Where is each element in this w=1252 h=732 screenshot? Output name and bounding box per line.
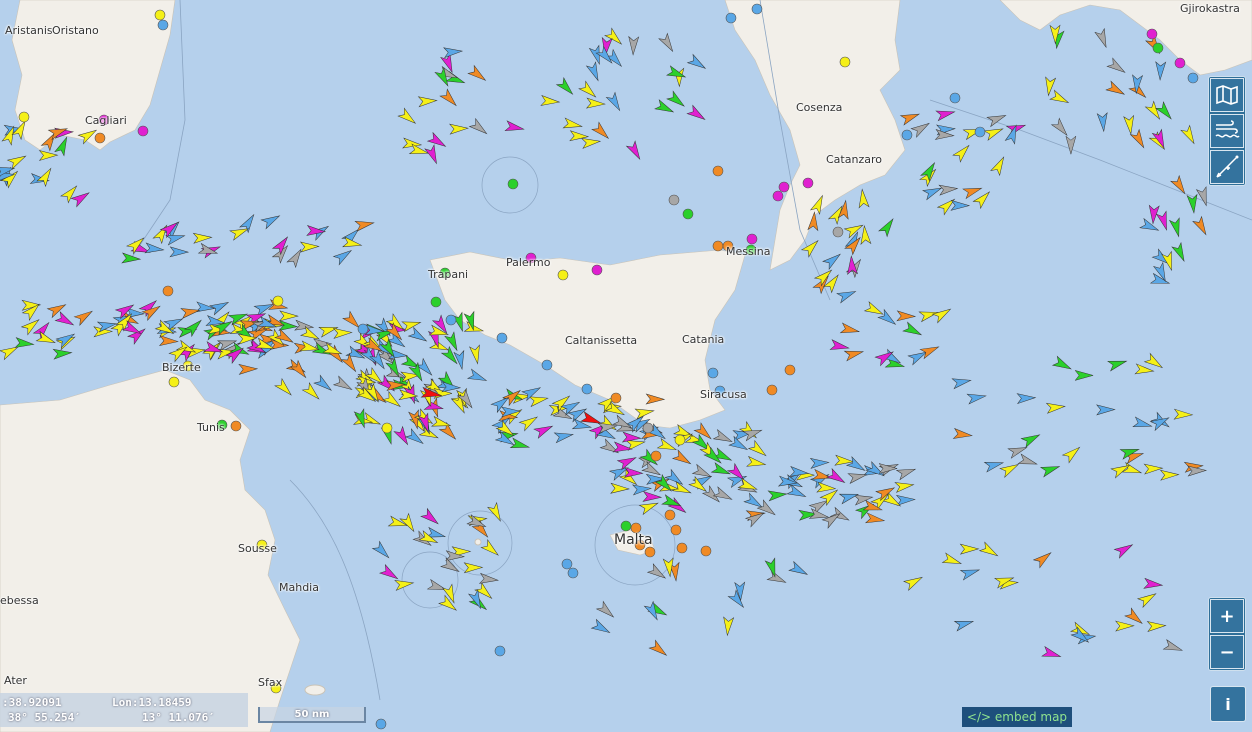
anchored-vessel-marker[interactable] [18,111,30,123]
coordinate-readout: :38.92091 Lon:13.18459 38° 55.254′ 13° 1… [0,693,248,727]
anchored-vessel-marker[interactable] [650,450,662,462]
map-tools-panel [1208,76,1246,186]
place-palermo: Palermo [506,256,551,269]
wind-waves-icon [1215,120,1240,138]
anchored-vessel-marker[interactable] [1174,57,1186,69]
place-cagliari: Cagliari [85,114,127,127]
place-aristanis: Aristanis [5,24,53,37]
anchored-vessel-marker[interactable] [676,542,688,554]
zoom-control: + − [1208,597,1246,671]
place-sfax: Sfax [258,676,283,689]
anchored-vessel-marker[interactable] [674,434,686,446]
anchored-vessel-marker[interactable] [137,125,149,137]
anchored-vessel-marker[interactable] [507,178,519,190]
anchored-vessel-marker[interactable] [610,392,622,404]
place-gjirokastra: Gjirokastra [1180,2,1240,15]
anchored-vessel-marker[interactable] [746,233,758,245]
anchored-vessel-marker[interactable] [707,367,719,379]
anchored-vessel-marker[interactable] [751,3,763,15]
anchored-vessel-marker[interactable] [832,226,844,238]
anchored-vessel-marker[interactable] [272,295,284,307]
land-islet [474,538,482,546]
anchored-vessel-marker[interactable] [1146,28,1158,40]
land-kerkennah [304,684,326,696]
place-trapani: Trapani [428,268,469,281]
place-catania: Catania [682,333,725,346]
measure-button[interactable] [1210,150,1244,184]
anchored-vessel-marker[interactable] [94,132,106,144]
anchored-vessel-marker[interactable] [766,384,778,396]
anchored-vessel-marker[interactable] [839,56,851,68]
place-cosenza: Cosenza [796,101,843,114]
lon-decimal: Lon:13.18459 [112,696,192,709]
anchored-vessel-marker[interactable] [154,9,166,21]
anchored-vessel-marker[interactable] [557,269,569,281]
anchored-vessel-marker[interactable] [157,19,169,31]
anchored-vessel-marker[interactable] [230,420,242,432]
anchored-vessel-marker[interactable] [494,645,506,657]
ruler-icon [1216,155,1239,178]
zoom-in-button[interactable]: + [1210,599,1244,633]
anchored-vessel-marker[interactable] [668,194,680,206]
anchored-vessel-marker[interactable] [541,359,553,371]
anchored-vessel-marker[interactable] [772,190,784,202]
place-tunis: Tunis [197,421,225,434]
place-siracusa: Siracusa [700,388,747,401]
anchored-vessel-marker[interactable] [381,422,393,434]
place-ater: Ater [4,674,27,687]
embed-map-button[interactable]: </> embed map [962,707,1072,727]
anchored-vessel-marker[interactable] [712,165,724,177]
anchored-vessel-marker[interactable] [567,567,579,579]
anchored-vessel-marker[interactable] [445,314,457,326]
anchored-vessel-marker[interactable] [357,323,369,335]
anchored-vessel-marker[interactable] [784,364,796,376]
place-catanzaro: Catanzaro [826,153,882,166]
anchored-vessel-marker[interactable] [802,177,814,189]
lat-decimal: :38.92091 [2,696,62,709]
anchored-vessel-marker[interactable] [642,422,654,434]
anchored-vessel-marker[interactable] [1152,42,1164,54]
lon-dms: 13° 11.076′ [142,711,215,724]
anchored-vessel-marker[interactable] [496,332,508,344]
anchored-vessel-marker[interactable] [620,520,632,532]
anchored-vessel-marker[interactable] [664,509,676,521]
place-messina: Messina [726,245,771,258]
place-oristano: Oristano [52,24,99,37]
zoom-out-button[interactable]: − [1210,635,1244,669]
place-bizerte: Bizerte [162,361,201,374]
anchored-vessel-marker[interactable] [949,92,961,104]
anchored-vessel-marker[interactable] [644,546,656,558]
anchored-vessel-marker[interactable] [581,383,593,395]
info-button[interactable]: i [1210,686,1246,722]
anchored-vessel-marker[interactable] [725,12,737,24]
place-tebessa: ebessa [0,594,39,607]
anchored-vessel-marker[interactable] [168,376,180,388]
place-malta: Malta [614,532,653,548]
anchored-vessel-marker[interactable] [700,545,712,557]
anchored-vessel-marker[interactable] [162,285,174,297]
place-mahdia: Mahdia [279,581,319,594]
anchored-vessel-marker[interactable] [712,240,724,252]
anchored-vessel-marker[interactable] [430,296,442,308]
map-layers-button[interactable] [1210,78,1244,112]
anchored-vessel-marker[interactable] [1187,72,1199,84]
lat-dms: 38° 55.254′ [8,711,81,724]
scale-bar: 50 nm [258,707,366,723]
weather-button[interactable] [1210,114,1244,148]
anchored-vessel-marker[interactable] [591,264,603,276]
anchored-vessel-marker[interactable] [974,126,986,138]
anchored-vessel-marker[interactable] [778,181,790,193]
anchored-vessel-marker[interactable] [670,524,682,536]
anchored-vessel-marker[interactable] [561,558,573,570]
map-icon [1216,85,1238,105]
anchored-vessel-marker[interactable] [682,208,694,220]
place-sousse: Sousse [238,542,277,555]
anchored-vessel-marker[interactable] [375,718,387,730]
place-caltanissetta: Caltanissetta [565,334,638,347]
anchored-vessel-marker[interactable] [901,129,913,141]
